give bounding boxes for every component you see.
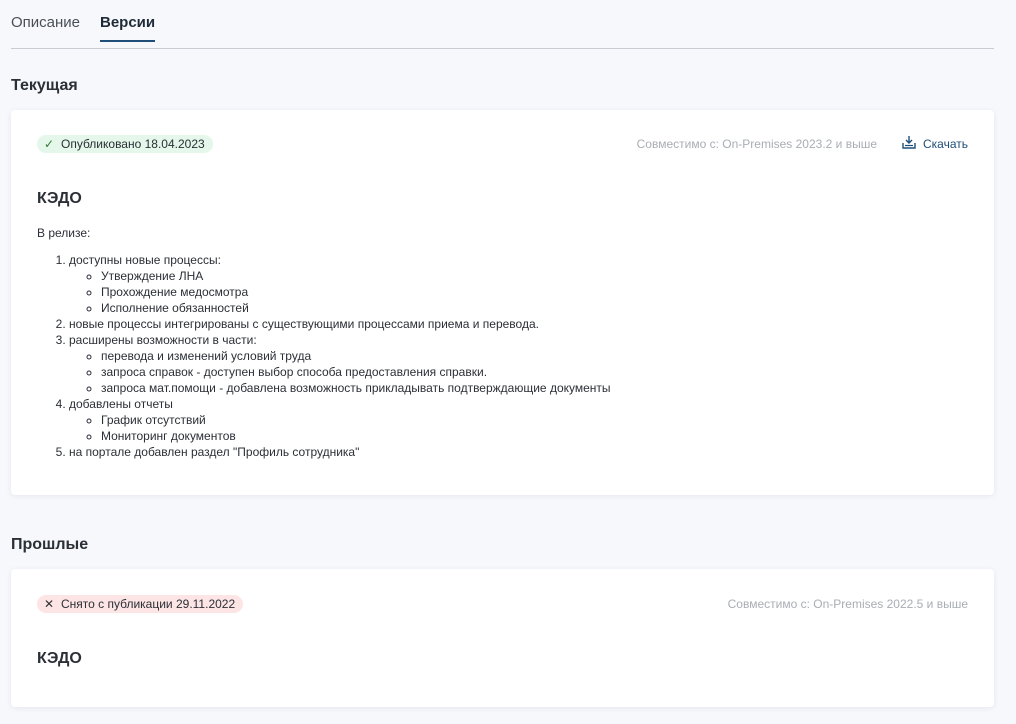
- check-icon: ✓: [44, 137, 55, 151]
- tabs-bar: Описание Версии: [11, 0, 994, 49]
- release-notes-list: доступны новые процессы: Утверждение ЛНА…: [37, 252, 611, 460]
- past-version-title: КЭДО: [37, 650, 82, 667]
- list-item: перевода и изменений условий труда: [101, 348, 611, 364]
- list-item: на портале добавлен раздел "Профиль сотр…: [69, 444, 611, 460]
- past-compatibility-text: Совместимо с: On-Premises 2022.5 и выше: [727, 597, 968, 611]
- x-icon: ✕: [44, 597, 55, 611]
- list-item: запроса мат.помощи - добавлена возможнос…: [101, 380, 611, 396]
- list-item: новые процессы интегрированы с существую…: [69, 316, 611, 332]
- list-item: доступны новые процессы: Утверждение ЛНА…: [69, 252, 611, 316]
- current-version-card: ✓ Опубликовано 18.04.2023 Совместимо с: …: [11, 110, 994, 495]
- download-button[interactable]: Скачать: [902, 136, 968, 151]
- compatibility-text: Совместимо с: On-Premises 2023.2 и выше: [636, 137, 877, 151]
- list-item: График отсутствий: [101, 412, 611, 428]
- list-item: Прохождение медосмотра: [101, 284, 611, 300]
- tab-versions[interactable]: Версии: [100, 14, 156, 42]
- list-item: Мониторинг документов: [101, 428, 611, 444]
- list-item: добавлены отчеты График отсутствий Монит…: [69, 396, 611, 444]
- download-icon: [902, 136, 916, 149]
- current-section-title: Текущая: [11, 77, 78, 94]
- version-title: КЭДО: [37, 190, 82, 207]
- published-badge-label: Опубликовано 18.04.2023: [61, 137, 205, 151]
- unpublished-badge-label: Снято с публикации 29.11.2022: [61, 597, 236, 611]
- past-version-card: ✕ Снято с публикации 29.11.2022 Совмести…: [11, 569, 994, 707]
- list-item: Исполнение обязанностей: [101, 300, 611, 316]
- list-item: расширены возможности в части: перевода …: [69, 332, 611, 396]
- release-intro: В релизе:: [37, 226, 91, 240]
- list-item: запроса справок - доступен выбор способа…: [101, 364, 611, 380]
- download-label: Скачать: [923, 137, 968, 151]
- past-section-title: Прошлые: [11, 536, 89, 553]
- unpublished-badge: ✕ Снято с публикации 29.11.2022: [37, 595, 244, 613]
- list-item: Утверждение ЛНА: [101, 268, 611, 284]
- release-notes: доступны новые процессы: Утверждение ЛНА…: [37, 252, 611, 460]
- tab-description[interactable]: Описание: [11, 14, 80, 41]
- published-badge: ✓ Опубликовано 18.04.2023: [37, 135, 213, 153]
